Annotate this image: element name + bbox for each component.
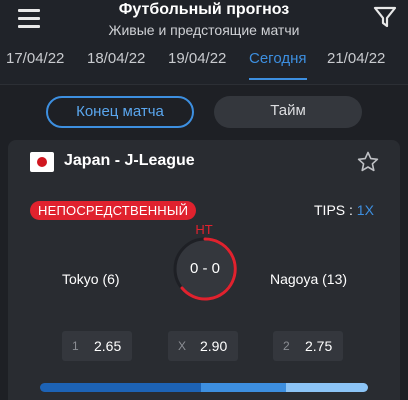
odd-draw-button[interactable]: X 2.90	[168, 331, 238, 361]
tab-date-1[interactable]: 17/04/22	[6, 50, 64, 80]
star-outline-icon[interactable]	[356, 150, 380, 174]
odd-away-button[interactable]: 2 2.75	[273, 331, 343, 361]
home-team: Tokyo (6)	[62, 271, 120, 287]
japan-flag-icon	[30, 152, 54, 172]
odd-home-button[interactable]: 1 2.65	[62, 331, 132, 361]
odd-home-value: 2.65	[94, 338, 122, 354]
match-card[interactable]: Japan - J-League НЕПОСРЕДСТВЕННЫЙ TIPS :…	[8, 140, 400, 400]
app-title: Футбольный прогноз	[118, 1, 290, 18]
end-of-match-button[interactable]: Конец матча	[46, 96, 194, 128]
tips: TIPS : 1X	[314, 202, 374, 218]
match-score: 0 - 0	[189, 260, 220, 277]
odd-draw-label: X	[178, 339, 187, 353]
app-header: Футбольный прогноз Живые и предстоящие м…	[0, 0, 408, 84]
filter-funnel-icon[interactable]	[372, 4, 398, 30]
tab-date-5[interactable]: 21/04/22	[327, 50, 385, 80]
probability-home-segment	[40, 383, 201, 392]
odd-draw-value: 2.90	[200, 338, 228, 354]
half-time-button[interactable]: Тайм	[214, 96, 362, 128]
probability-bar	[40, 383, 368, 392]
tab-date-2[interactable]: 18/04/22	[87, 50, 145, 80]
away-team: Nagoya (13)	[270, 271, 348, 287]
live-status-badge: НЕПОСРЕДСТВЕННЫЙ	[30, 201, 197, 220]
probability-away-segment	[286, 383, 368, 392]
odd-away-value: 2.75	[305, 338, 333, 354]
match-period: HT	[195, 222, 213, 237]
app-subtitle: Живые и предстоящие матчи	[108, 22, 300, 38]
league-name: Japan - J-League	[64, 152, 195, 169]
odd-away-label: 2	[283, 339, 290, 353]
tab-date-3[interactable]: 19/04/22	[168, 50, 226, 80]
tab-today[interactable]: Сегодня	[249, 50, 307, 80]
tips-label: TIPS :	[314, 202, 353, 218]
date-tabs: 17/04/22 18/04/22 19/04/22 Сегодня 21/04…	[0, 50, 408, 80]
header-divider	[0, 84, 408, 85]
probability-draw-segment	[201, 383, 286, 392]
odd-home-label: 1	[72, 339, 79, 353]
tips-value: 1X	[356, 202, 374, 218]
